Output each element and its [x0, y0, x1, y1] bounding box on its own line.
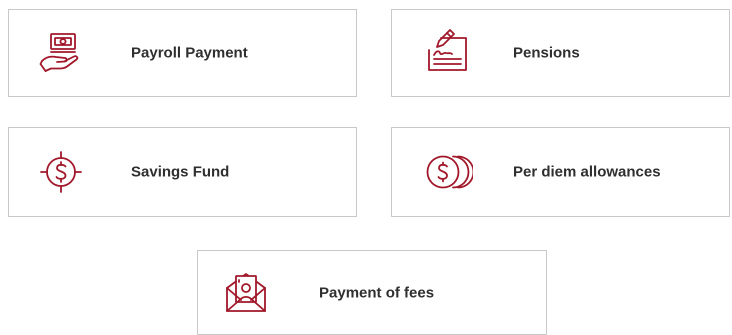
- service-label: Payment of fees: [319, 284, 435, 301]
- money-envelope-icon: [221, 268, 271, 318]
- cash-hand-icon: [36, 28, 86, 78]
- dollar-target-icon: [36, 147, 86, 197]
- service-card-payroll-payment[interactable]: Payroll Payment: [8, 9, 357, 97]
- signature-document-icon: [423, 28, 473, 78]
- service-label: Payroll Payment: [131, 44, 248, 62]
- coin-stack-icon: [423, 147, 473, 197]
- service-card-per-diem-allowances[interactable]: Per diem allowances: [391, 127, 730, 217]
- service-card-pensions[interactable]: Pensions: [391, 9, 730, 97]
- service-card-payment-of-fees[interactable]: Payment of fees: [197, 250, 547, 335]
- service-label: Savings Fund: [131, 163, 230, 181]
- service-label: Per diem allowances: [513, 163, 661, 181]
- service-card-savings-fund[interactable]: Savings Fund: [8, 127, 357, 217]
- service-label: Pensions: [513, 44, 580, 62]
